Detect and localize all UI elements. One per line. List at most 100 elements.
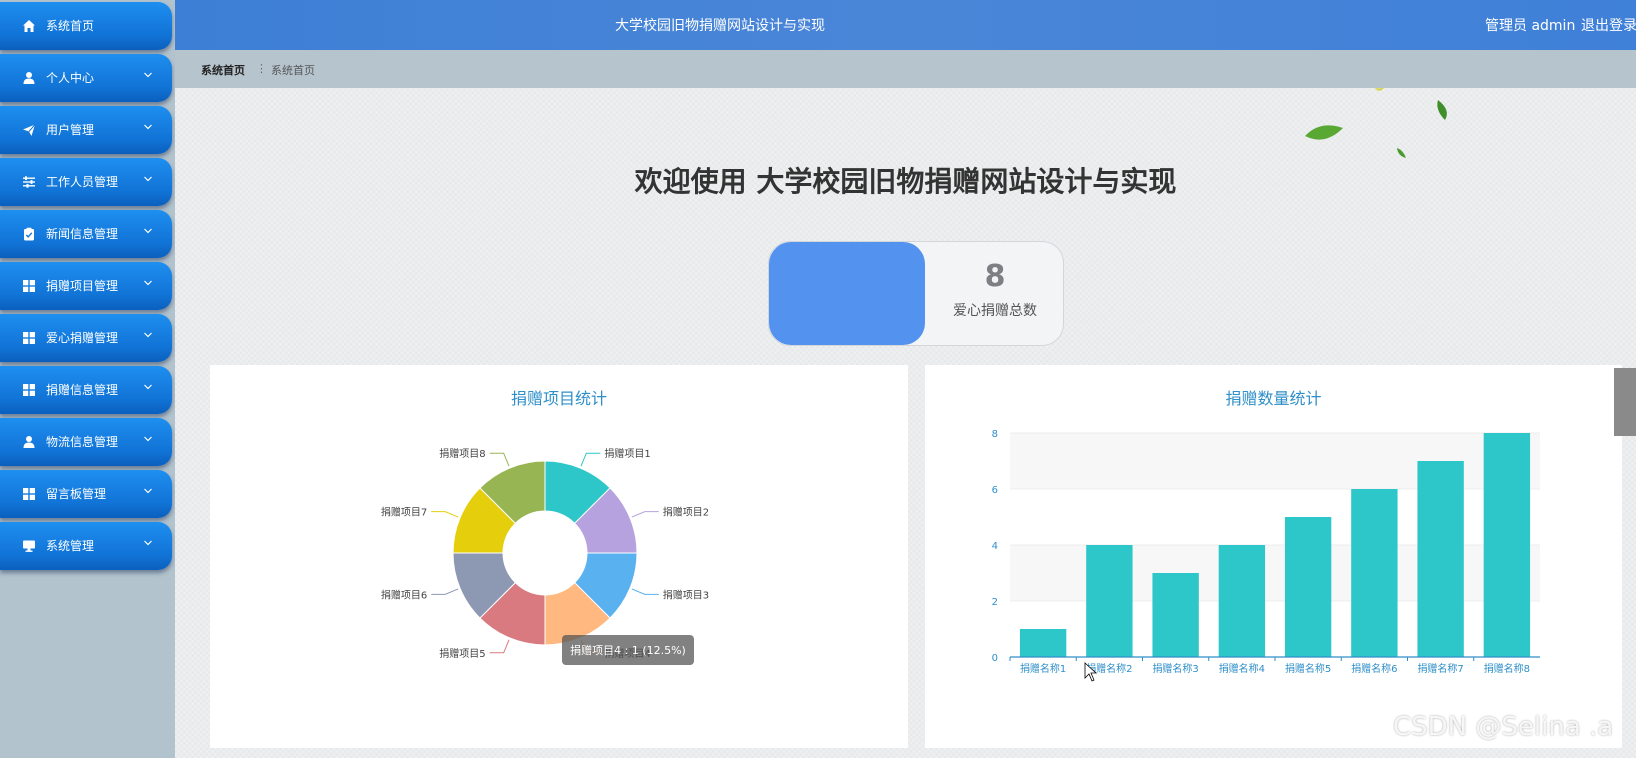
sidebar-item-label: 爱心捐赠管理 <box>46 331 119 345</box>
pie-label-line <box>431 511 459 518</box>
sidebar-item-label: 留言板管理 <box>46 487 107 501</box>
sidebar-item-7[interactable]: 爱心捐赠管理 <box>0 314 172 362</box>
pie-tooltip: 捐赠项目4 : 1 (12.5%) <box>562 635 694 665</box>
x-tick-label: 捐赠名称1 <box>1020 662 1066 675</box>
pie-label-line <box>580 452 601 467</box>
breadcrumb: 系统首页 ⋮ 系统首页 <box>175 50 1636 88</box>
stat-value: 8 <box>984 259 1006 294</box>
pie-label-line <box>631 511 659 518</box>
sidebar-item-label: 物流信息管理 <box>46 435 119 449</box>
sidebar-item-label: 捐赠信息管理 <box>46 383 119 397</box>
pie-label: 捐赠项目3 <box>663 588 709 601</box>
chevron-down-icon <box>143 329 153 339</box>
y-tick-label: 0 <box>992 653 998 664</box>
sidebar-item-label: 系统管理 <box>46 539 95 553</box>
sliders-icon <box>22 175 36 189</box>
x-tick-label: 捐赠名称7 <box>1417 662 1463 675</box>
y-tick-label: 6 <box>992 485 998 496</box>
sidebar-item-10[interactable]: 留言板管理 <box>0 470 172 518</box>
bar-chart-panel: 捐赠数量统计 0 2 4 6 8 捐赠名称1 捐赠名称2 捐赠名称3 捐赠名称4 捐赠名称5 捐赠名… <box>925 365 1622 748</box>
bar[interactable] <box>1417 461 1464 657</box>
sidebar-item-3[interactable]: 用户管理 <box>0 106 172 154</box>
pie-label-line <box>631 588 659 595</box>
bar[interactable] <box>1284 517 1332 657</box>
leaf-decoration <box>1305 88 1447 158</box>
bar[interactable] <box>1152 573 1199 657</box>
logout-link[interactable]: 退出登录 <box>1581 15 1636 35</box>
bar-chart[interactable]: 02468捐赠名称1 捐赠名称2 捐赠名称3 捐赠名称4 捐赠名称5 捐赠名称6 捐赠名称7… <box>925 365 1622 748</box>
sidebar: 系统首页个人中心用户管理工作人员管理 新闻信息管理 捐赠项目管理 爱心捐赠管理 捐赠信息… <box>0 0 175 758</box>
stat-card-accent <box>769 242 925 345</box>
chevron-down-icon <box>143 121 153 131</box>
home-icon <box>22 19 36 33</box>
person-icon <box>22 435 36 449</box>
sidebar-item-label: 个人中心 <box>46 71 95 85</box>
breadcrumb-home[interactable]: 系统首页 <box>201 62 245 78</box>
y-tick-label: 4 <box>992 541 998 552</box>
chevron-down-icon <box>143 69 153 79</box>
welcome-heading: 欢迎使用 大学校园旧物捐赠网站设计与实现 <box>634 165 1177 198</box>
main-content: 欢迎使用 大学校园旧物捐赠网站设计与实现 8 爱心捐赠总数 捐赠项目统计 捐赠项… <box>175 88 1636 758</box>
stat-card: 8 爱心捐赠总数 <box>768 241 1064 346</box>
sidebar-item-label: 捐赠项目管理 <box>46 279 119 293</box>
x-tick-label: 捐赠名称5 <box>1285 662 1331 675</box>
pie-chart-panel: 捐赠项目统计 捐赠项目1捐赠项目2捐赠项目3捐赠项目4捐赠项目5捐赠项目6捐赠项… <box>210 365 908 748</box>
pie-chart[interactable]: 捐赠项目1捐赠项目2捐赠项目3捐赠项目4捐赠项目5捐赠项目6捐赠项目7捐赠项目8… <box>210 365 908 748</box>
pie-label: 捐赠项目1 <box>604 447 650 460</box>
chevron-down-icon <box>143 485 153 495</box>
scrollbar-thumb[interactable] <box>1614 368 1636 436</box>
send-icon <box>22 123 36 137</box>
site-title: 大学校园旧物捐赠网站设计与实现 <box>615 18 825 34</box>
grid-icon <box>22 383 36 397</box>
y-tick-label: 8 <box>992 429 998 440</box>
x-tick-label: 捐赠名称6 <box>1351 662 1397 675</box>
tooltip-text: 捐赠项目4 : 1 (12.5%) <box>570 643 686 657</box>
pie-label: 捐赠项目5 <box>439 647 485 660</box>
watermark: CSDN @Selina .a <box>1393 712 1614 742</box>
sidebar-item-label: 新闻信息管理 <box>46 227 119 241</box>
bar[interactable] <box>1351 489 1398 657</box>
grid-icon <box>22 331 36 345</box>
pie-label-line <box>431 588 459 595</box>
sidebar-item-8[interactable]: 捐赠信息管理 <box>0 366 172 414</box>
x-tick-label: 捐赠名称3 <box>1152 662 1198 675</box>
x-tick-label: 捐赠名称4 <box>1219 662 1265 675</box>
x-tick-label: 捐赠名称8 <box>1484 662 1530 675</box>
bar[interactable] <box>1019 629 1067 657</box>
chevron-down-icon <box>143 225 153 235</box>
sidebar-item-1[interactable]: 系统首页 <box>0 2 172 50</box>
sidebar-item-label: 工作人员管理 <box>46 175 119 189</box>
grid-icon <box>22 279 36 293</box>
current-user: 管理员 admin <box>1485 18 1576 34</box>
chevron-down-icon <box>143 277 153 287</box>
monitor-icon <box>22 539 36 553</box>
sidebar-item-label: 用户管理 <box>46 123 95 137</box>
pie-label: 捐赠项目2 <box>663 506 709 519</box>
pie-label-line <box>489 639 510 654</box>
grid-icon <box>22 487 36 501</box>
clipboard-icon <box>22 227 36 241</box>
sidebar-item-9[interactable]: 物流信息管理 <box>0 418 172 466</box>
chevron-down-icon <box>143 381 153 391</box>
bar[interactable] <box>1218 545 1266 657</box>
stat-label: 爱心捐赠总数 <box>953 303 1037 319</box>
top-header: 大学校园旧物捐赠网站设计与实现 管理员 admin 退出登录 <box>175 0 1636 50</box>
person-icon <box>22 71 36 85</box>
breadcrumb-separator: ⋮ <box>256 62 267 75</box>
breadcrumb-current: 系统首页 <box>271 64 315 77</box>
y-tick-label: 2 <box>992 597 998 608</box>
chevron-down-icon <box>143 173 153 183</box>
sidebar-item-5[interactable]: 新闻信息管理 <box>0 210 172 258</box>
bar[interactable] <box>1086 545 1133 657</box>
sidebar-item-4[interactable]: 工作人员管理 <box>0 158 172 206</box>
pie-label-line <box>489 452 510 467</box>
sidebar-item-6[interactable]: 捐赠项目管理 <box>0 262 172 310</box>
sidebar-item-2[interactable]: 个人中心 <box>0 54 172 102</box>
chevron-down-icon <box>143 537 153 547</box>
chevron-down-icon <box>143 433 153 443</box>
sidebar-item-label: 系统首页 <box>46 19 95 33</box>
pie-label: 捐赠项目7 <box>381 506 427 519</box>
pie-label: 捐赠项目8 <box>439 447 485 460</box>
sidebar-item-11[interactable]: 系统管理 <box>0 522 172 570</box>
bar[interactable] <box>1483 433 1531 657</box>
